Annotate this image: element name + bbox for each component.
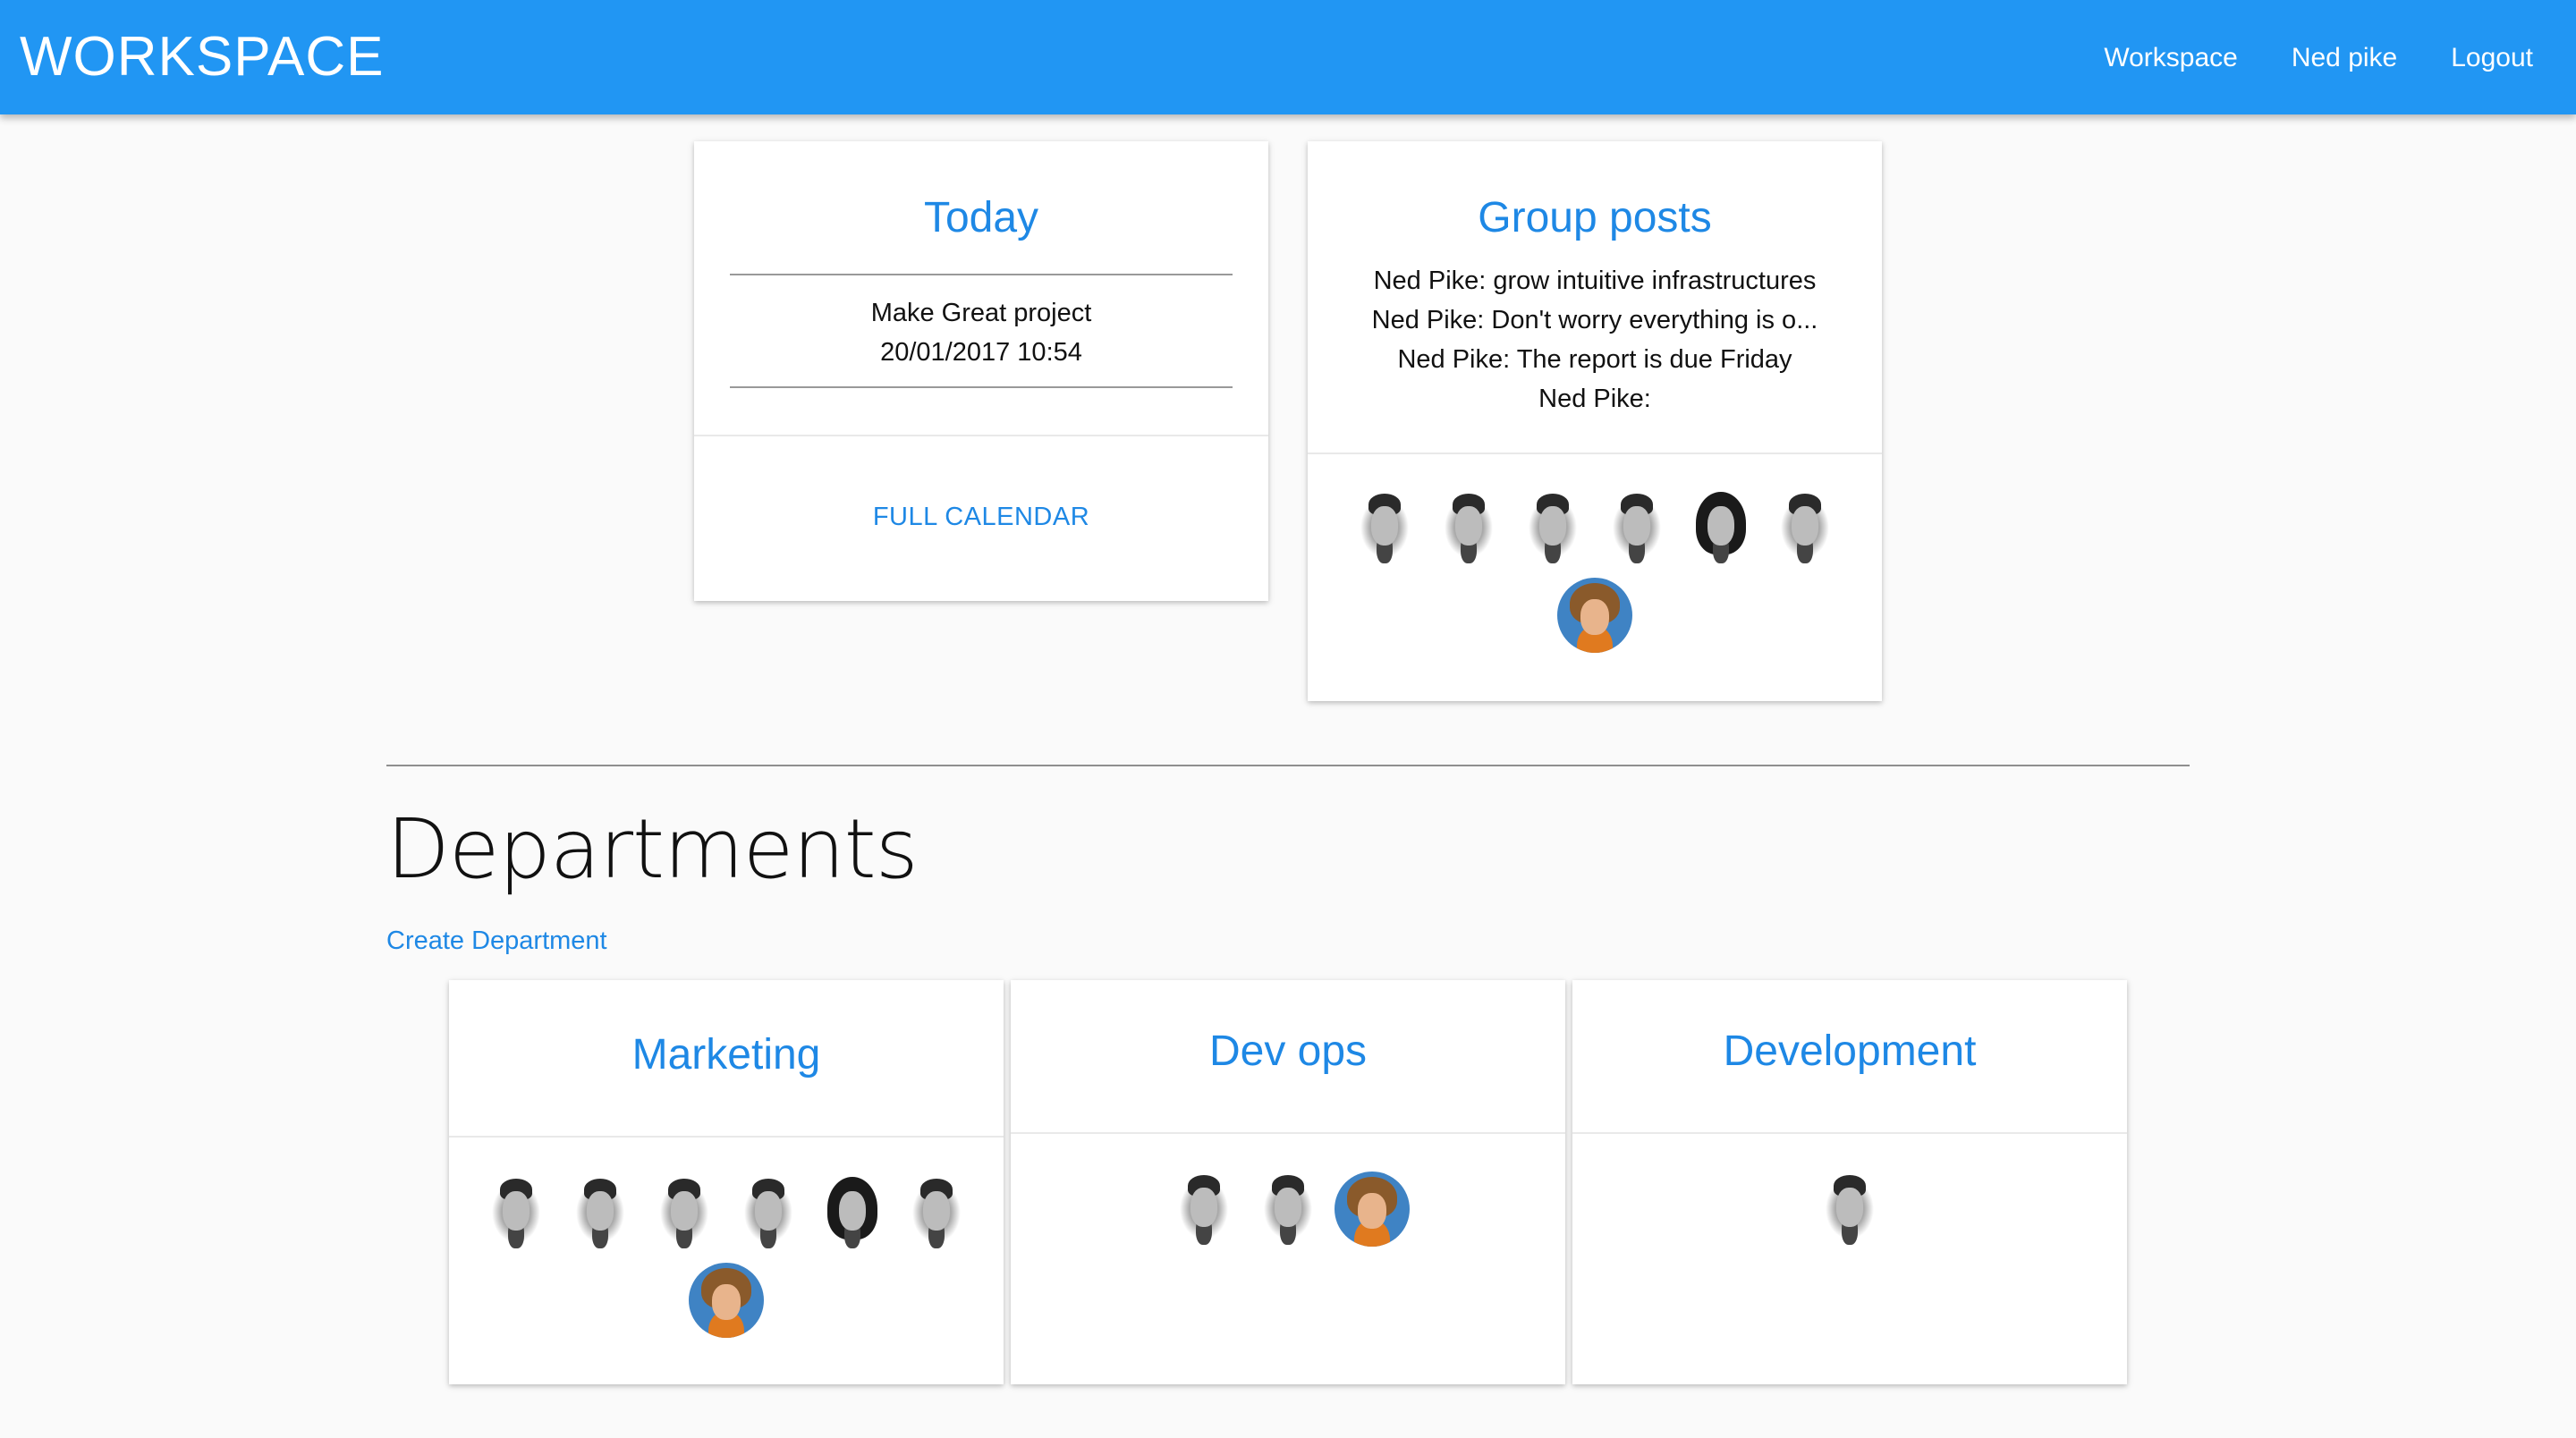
department-card-devops[interactable]: Dev ops	[1011, 980, 1565, 1384]
post-item[interactable]: Ned Pike:	[1308, 379, 1882, 419]
department-title[interactable]: Dev ops	[1011, 1027, 1565, 1076]
member-avatar[interactable]	[815, 1175, 890, 1250]
member-avatar[interactable]	[647, 1175, 722, 1250]
create-department-link[interactable]: Create Department	[386, 926, 607, 956]
group-members	[1308, 490, 1882, 653]
group-posts-list: Ned Pike: grow intuitive infrastructures…	[1308, 261, 1882, 419]
group-posts-title: Group posts	[1478, 194, 1712, 241]
department-card-development[interactable]: Development	[1572, 980, 2127, 1384]
member-avatar[interactable]	[1335, 1172, 1410, 1247]
department-members	[449, 1175, 1004, 1338]
member-avatar[interactable]	[563, 1175, 638, 1250]
post-item[interactable]: Ned Pike: Don't worry everything is o...	[1308, 300, 1882, 340]
member-avatar[interactable]	[1599, 490, 1674, 565]
section-divider	[386, 765, 2190, 766]
card-divider	[1572, 1132, 2127, 1134]
departments-heading: Departments	[386, 801, 919, 897]
post-item[interactable]: Ned Pike: The report is due Friday	[1308, 340, 1882, 379]
nav-link-profile[interactable]: Ned pike	[2292, 36, 2397, 80]
nav-link-logout[interactable]: Logout	[2451, 36, 2533, 80]
member-avatar[interactable]	[1515, 490, 1590, 565]
today-event: Make Great project 20/01/2017 10:54	[730, 274, 1233, 388]
card-divider	[694, 435, 1268, 436]
member-avatar[interactable]	[1431, 490, 1506, 565]
event-name: Make Great project	[870, 299, 1092, 327]
member-avatar[interactable]	[689, 1263, 764, 1338]
event-datetime: 20/01/2017 10:54	[880, 338, 1082, 367]
post-item[interactable]: Ned Pike: grow intuitive infrastructures	[1308, 261, 1882, 300]
member-avatar[interactable]	[1166, 1172, 1241, 1247]
department-members	[1011, 1172, 1565, 1247]
top-navbar: WORKSPACE Workspace Ned pike Logout	[0, 0, 2576, 114]
today-title: Today	[923, 194, 1039, 241]
brand-title[interactable]: WORKSPACE	[20, 23, 384, 91]
member-avatar[interactable]	[731, 1175, 806, 1250]
member-avatar[interactable]	[1347, 490, 1422, 565]
group-posts-card: Group posts Ned Pike: grow intuitive inf…	[1308, 141, 1882, 701]
member-avatar[interactable]	[1683, 490, 1758, 565]
department-title[interactable]: Development	[1572, 1027, 2127, 1076]
nav-links: Workspace Ned pike Logout	[2104, 36, 2533, 80]
today-card: Today Make Great project 20/01/2017 10:5…	[694, 141, 1268, 601]
member-avatar[interactable]	[1557, 578, 1632, 653]
card-divider	[1308, 453, 1882, 454]
department-card-marketing[interactable]: Marketing	[449, 980, 1004, 1384]
member-avatar[interactable]	[1250, 1172, 1326, 1247]
member-avatar[interactable]	[479, 1175, 554, 1250]
nav-link-workspace[interactable]: Workspace	[2104, 36, 2238, 80]
full-calendar-button[interactable]: FULL CALENDAR	[694, 503, 1268, 532]
card-divider	[449, 1136, 1004, 1138]
department-title[interactable]: Marketing	[449, 1030, 1004, 1079]
department-members	[1572, 1172, 2127, 1247]
member-avatar[interactable]	[1767, 490, 1843, 565]
member-avatar[interactable]	[899, 1175, 974, 1250]
card-divider	[1011, 1132, 1565, 1134]
member-avatar[interactable]	[1812, 1172, 1887, 1247]
